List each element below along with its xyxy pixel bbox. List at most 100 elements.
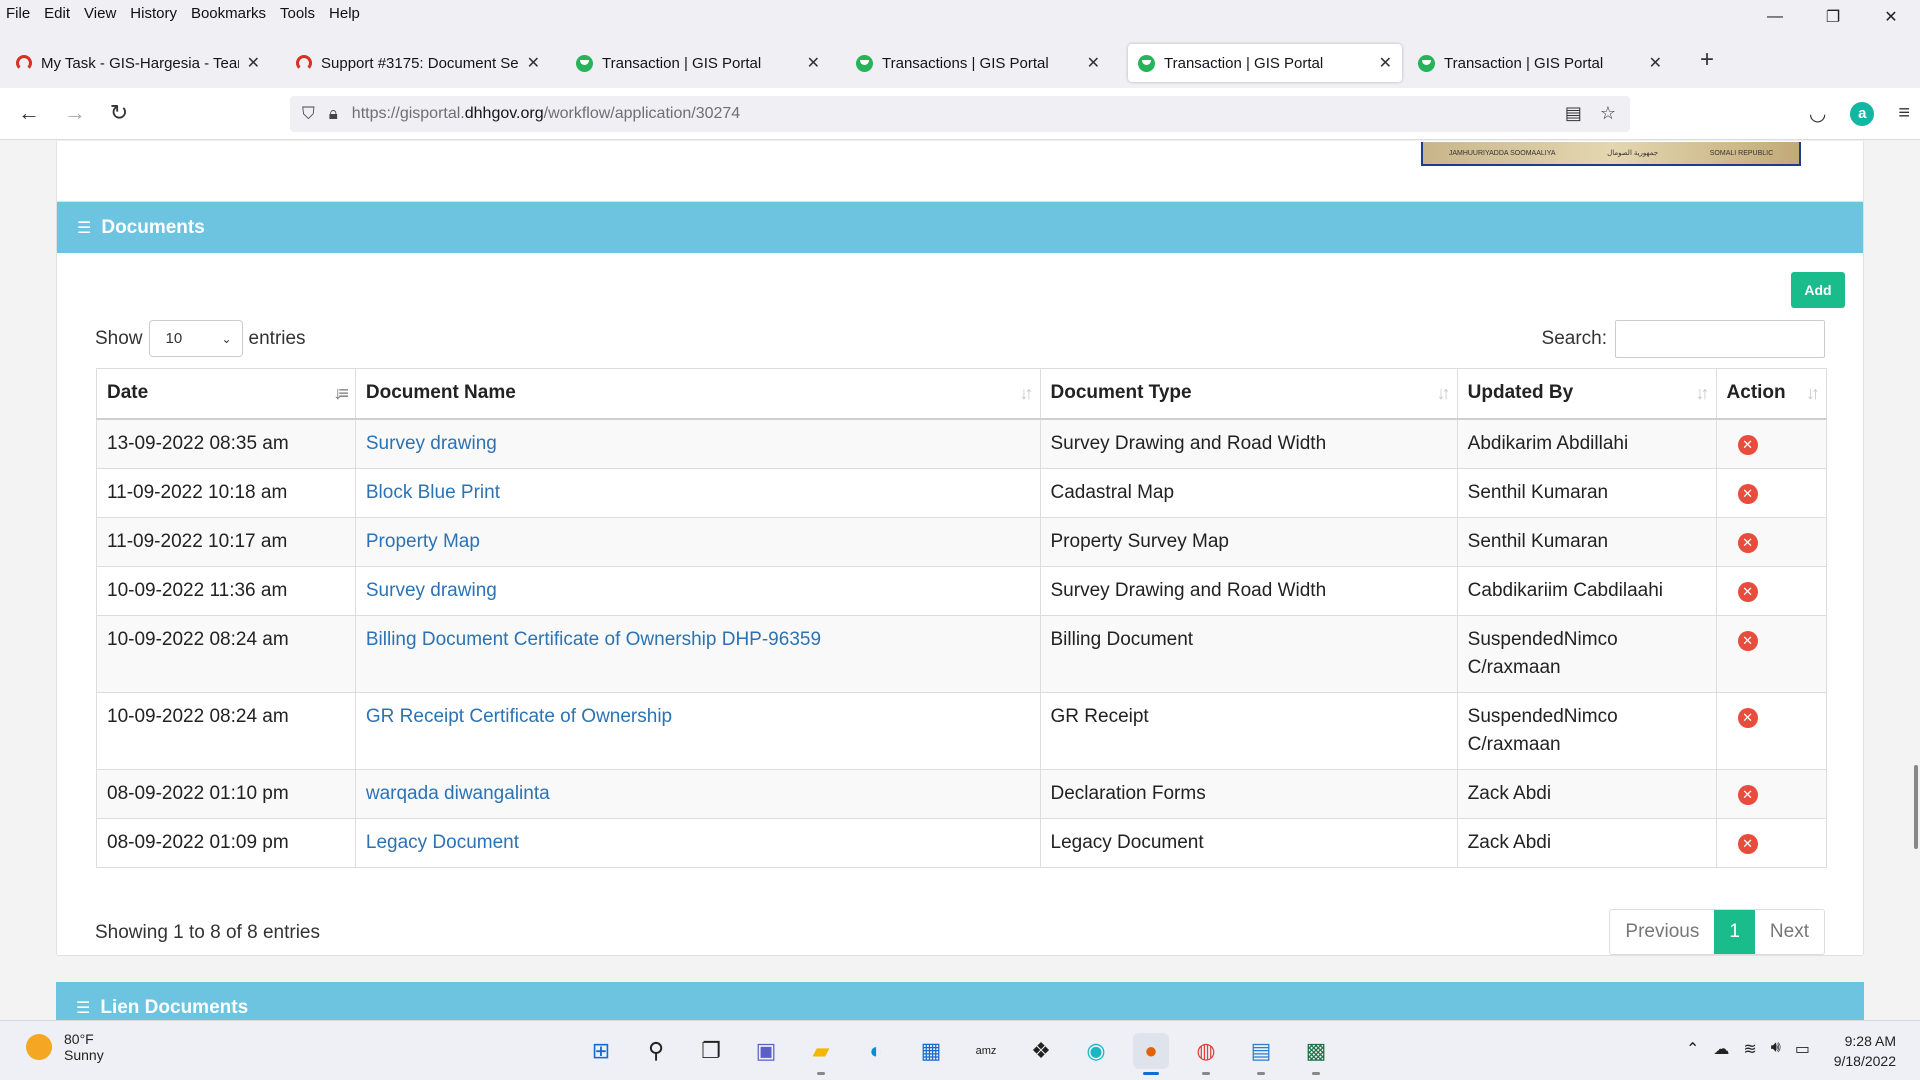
url-bar[interactable]: ⛉ 🔒︎ https://gisportal. dhhgov.org/workfl…: [290, 96, 1630, 132]
reader-view-icon[interactable]: ▤: [1565, 103, 1582, 124]
cell-date: 08-09-2022 01:09 pm: [96, 817, 356, 868]
task-view-icon[interactable]: ❐: [693, 1033, 729, 1069]
menu-bookmarks[interactable]: Bookmarks: [191, 5, 266, 22]
tab-title: Transaction | GIS Portal: [1444, 54, 1604, 72]
page-1-button[interactable]: 1: [1714, 910, 1755, 954]
delete-icon[interactable]: ✕: [1737, 532, 1758, 553]
menu-view[interactable]: View: [84, 5, 116, 22]
delete-icon[interactable]: ✕: [1737, 833, 1758, 854]
cell-type: Survey Drawing and Road Width: [1039, 565, 1458, 616]
gis-portal-icon: [1138, 54, 1155, 72]
document-link[interactable]: Property Map: [366, 531, 480, 552]
document-link[interactable]: Billing Document Certificate of Ownershi…: [366, 629, 821, 650]
column-header-updated-by[interactable]: Updated By ↓↑: [1456, 368, 1717, 420]
restore-button[interactable]: ❐: [1804, 0, 1862, 34]
close-tab-icon[interactable]: ✕: [247, 53, 260, 73]
teams-chat-icon[interactable]: ▣: [748, 1033, 784, 1069]
cell-type: Declaration Forms: [1039, 768, 1458, 819]
windows-start-icon[interactable]: ⊞: [583, 1033, 619, 1069]
column-header-date[interactable]: Date ↓≡: [96, 368, 356, 420]
volume-icon[interactable]: 🔊︎: [1771, 1039, 1781, 1059]
shield-icon[interactable]: ⛉: [302, 104, 315, 124]
wifi-icon[interactable]: ≋: [1743, 1039, 1756, 1059]
document-link[interactable]: Legacy Document: [366, 832, 519, 853]
tab-transaction-3[interactable]: Transaction | GIS Portal ✕: [1408, 44, 1672, 82]
tab-support[interactable]: Support #3175: Document Section ✕: [286, 44, 550, 82]
tab-transaction-1[interactable]: Transaction | GIS Portal ✕: [566, 44, 830, 82]
delete-icon[interactable]: ✕: [1737, 483, 1758, 504]
tab-transaction-active[interactable]: Transaction | GIS Portal ✕: [1128, 44, 1402, 82]
weather-widget[interactable]: 80°F Sunny: [26, 1031, 104, 1063]
reload-button[interactable]: ↻: [104, 100, 134, 126]
close-tab-icon[interactable]: ✕: [807, 53, 820, 73]
delete-icon[interactable]: ✕: [1737, 784, 1758, 805]
entries-label: entries: [248, 327, 306, 349]
table-row: 13-09-2022 08:35 am Survey drawing Surve…: [96, 418, 1828, 469]
menu-history[interactable]: History: [130, 5, 177, 22]
menu-file[interactable]: File: [6, 5, 30, 22]
tab-teams[interactable]: My Task - GIS-Hargesia - Teams ✕: [6, 44, 270, 82]
onedrive-icon[interactable]: ☁: [1713, 1039, 1729, 1059]
close-tab-icon[interactable]: ✕: [527, 53, 540, 73]
amazon-icon[interactable]: amz: [968, 1033, 1004, 1069]
amazon-assistant-icon[interactable]: a: [1850, 101, 1875, 126]
document-link[interactable]: Survey drawing: [366, 580, 497, 601]
search-icon[interactable]: ⚲: [638, 1033, 674, 1069]
add-document-button[interactable]: Add: [1791, 272, 1845, 308]
window-controls: — ❐ ✕: [1746, 0, 1920, 34]
search-input[interactable]: [1615, 320, 1825, 358]
cell-updated-by: Cabdikariim Cabdilaahi: [1456, 565, 1717, 616]
pocket-icon[interactable]: ◡: [1809, 101, 1826, 126]
close-tab-icon[interactable]: ✕: [1087, 53, 1100, 73]
delete-icon[interactable]: ✕: [1737, 434, 1758, 455]
close-tab-icon[interactable]: ✕: [1649, 53, 1662, 73]
delete-icon[interactable]: ✕: [1737, 581, 1758, 602]
document-link[interactable]: Block Blue Print: [366, 482, 500, 503]
edge-icon[interactable]: ◐: [858, 1033, 894, 1069]
delete-icon[interactable]: ✕: [1737, 630, 1758, 651]
system-clock[interactable]: 9:28 AM 9/18/2022: [1834, 1031, 1896, 1071]
firefox-icon[interactable]: ●: [1133, 1033, 1169, 1075]
new-tab-button[interactable]: +: [1700, 46, 1714, 74]
messenger-icon[interactable]: ◉: [1078, 1033, 1114, 1069]
sort-desc-icon: ↓≡: [333, 383, 348, 403]
column-header-action[interactable]: Action ↓↑: [1715, 368, 1828, 420]
chrome-icon[interactable]: ◍: [1188, 1033, 1224, 1075]
column-header-document-name[interactable]: Document Name ↓↑: [354, 368, 1041, 420]
close-tab-icon[interactable]: ✕: [1379, 53, 1392, 73]
document-link[interactable]: GR Receipt Certificate of Ownership: [366, 706, 672, 727]
cell-updated-by: SuspendedNimco C/raxmaan: [1456, 614, 1717, 693]
menu-edit[interactable]: Edit: [44, 5, 70, 22]
forward-button[interactable]: →: [60, 100, 90, 126]
lock-icon[interactable]: 🔒︎: [329, 104, 338, 124]
back-button[interactable]: ←: [14, 100, 44, 126]
excel-icon[interactable]: ▩: [1298, 1033, 1334, 1075]
dropbox-icon[interactable]: ❖: [1023, 1033, 1059, 1069]
tab-transactions[interactable]: Transactions | GIS Portal ✕: [846, 44, 1110, 82]
documents-panel: ☰ Documents Add Show 10 ⌄ entries Search…: [56, 201, 1864, 956]
sort-icon: ↓↑: [1806, 383, 1820, 403]
page-scrollbar[interactable]: [1914, 765, 1918, 849]
hamburger-menu-icon[interactable]: ≡: [1898, 102, 1910, 125]
battery-icon[interactable]: ▭: [1795, 1039, 1810, 1059]
menu-tools[interactable]: Tools: [280, 5, 315, 22]
close-window-button[interactable]: ✕: [1862, 0, 1920, 34]
delete-icon[interactable]: ✕: [1737, 707, 1758, 728]
cell-date: 11-09-2022 10:17 am: [96, 516, 356, 567]
store-icon[interactable]: ▦: [913, 1033, 949, 1069]
cell-type: GR Receipt: [1039, 691, 1458, 770]
chevron-up-icon[interactable]: ⌃: [1686, 1039, 1699, 1059]
menu-help[interactable]: Help: [329, 5, 360, 22]
document-link[interactable]: Survey drawing: [366, 433, 497, 454]
document-link[interactable]: warqada diwangalinta: [366, 783, 550, 804]
column-header-document-type[interactable]: Document Type ↓↑: [1039, 368, 1458, 420]
entries-select[interactable]: 10 ⌄: [148, 320, 243, 357]
cell-type: Billing Document: [1039, 614, 1458, 693]
notepad-icon[interactable]: ▤: [1243, 1033, 1279, 1075]
url-prefix: https://gisportal.: [351, 105, 465, 122]
previous-page-button[interactable]: Previous: [1610, 910, 1714, 954]
bookmark-star-icon[interactable]: ☆: [1600, 103, 1616, 124]
minimize-button[interactable]: —: [1746, 0, 1804, 34]
file-explorer-icon[interactable]: ▰: [803, 1033, 839, 1075]
next-page-button[interactable]: Next: [1755, 910, 1824, 954]
